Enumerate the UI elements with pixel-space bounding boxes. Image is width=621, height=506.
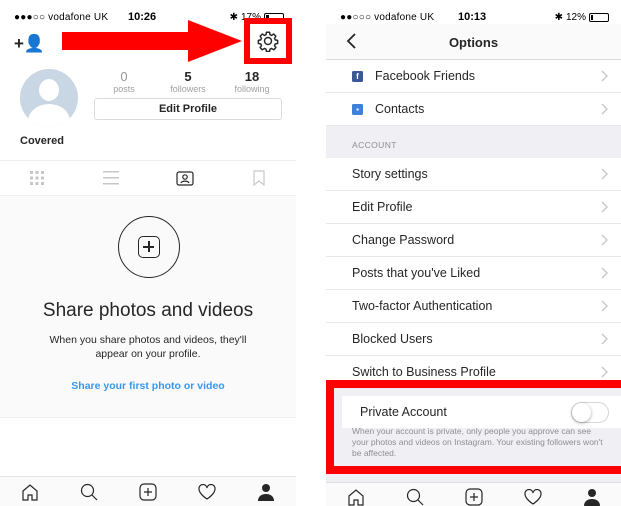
- battery-percent: 12%: [565, 12, 586, 23]
- row-label: Change Password: [352, 233, 455, 247]
- chevron-right-icon: [601, 70, 608, 82]
- private-account-label: Private Account: [360, 405, 447, 419]
- page-title: Options: [448, 35, 499, 50]
- empty-state-description: When you share photos and videos, they'l…: [49, 334, 247, 360]
- bluetooth-icon: ✱: [554, 12, 563, 23]
- avatar[interactable]: [20, 69, 78, 127]
- chevron-right-icon: [601, 267, 608, 279]
- tagged-photos-icon[interactable]: [173, 166, 197, 190]
- profile-screen: ●●●○○ vodafone UK 10:26 ✱ 17% +👤 0 posts: [0, 0, 296, 506]
- private-account-description: When your account is private, only peopl…: [352, 426, 603, 458]
- posts-label: posts: [113, 84, 135, 94]
- battery-icon: [589, 13, 609, 22]
- row-label: Edit Profile: [352, 200, 413, 214]
- row-label: Blocked Users: [352, 332, 433, 346]
- following-stat[interactable]: 18 following: [222, 69, 282, 94]
- profile-view-tabs: [0, 160, 296, 196]
- options-nav-bar: Options: [326, 24, 621, 60]
- profile-tab-icon[interactable]: [256, 482, 276, 502]
- contacts-row[interactable]: ▪ Contacts: [326, 93, 621, 126]
- story-settings-row[interactable]: Story settings: [326, 158, 621, 191]
- change-password-row[interactable]: Change Password: [326, 224, 621, 257]
- following-count: 18: [244, 69, 260, 84]
- chevron-right-icon: [601, 103, 608, 115]
- status-bar: ●●○○○ vodafone UK 10:13 ✱ 12%: [326, 0, 621, 24]
- add-user-icon[interactable]: +👤: [14, 34, 45, 54]
- following-label: following: [234, 84, 270, 94]
- grid-view-icon[interactable]: [25, 166, 49, 190]
- add-post-icon[interactable]: [464, 487, 484, 506]
- home-icon[interactable]: [20, 482, 40, 502]
- home-icon[interactable]: [346, 487, 366, 506]
- empty-state-title: Share photos and videos: [42, 300, 254, 321]
- row-label: Contacts: [375, 102, 425, 116]
- two-factor-auth-row[interactable]: Two-factor Authentication: [326, 290, 621, 323]
- empty-profile-state: Share photos and videos When you share p…: [0, 196, 296, 418]
- edit-profile-row[interactable]: Edit Profile: [326, 191, 621, 224]
- options-screen: ●●○○○ vodafone UK 10:13 ✱ 12% Options f …: [326, 0, 621, 506]
- posts-stat: 0 posts: [94, 69, 154, 94]
- saved-bookmark-icon[interactable]: [247, 166, 271, 190]
- row-label: Posts that you've Liked: [352, 266, 481, 280]
- heart-icon[interactable]: [197, 482, 217, 502]
- followers-label: followers: [170, 84, 206, 94]
- private-account-toggle[interactable]: [571, 402, 609, 423]
- chevron-right-icon: [601, 168, 608, 180]
- facebook-icon: f: [352, 70, 363, 82]
- bottom-tab-bar: [326, 482, 621, 506]
- share-first-photo-link[interactable]: Share your first photo or video: [0, 380, 296, 392]
- status-time: 10:13: [458, 11, 487, 23]
- bottom-tab-bar: [0, 476, 296, 506]
- row-label: Two-factor Authentication: [352, 299, 493, 313]
- chevron-right-icon: [601, 366, 608, 378]
- heart-icon[interactable]: [523, 487, 543, 506]
- followers-count: 5: [184, 69, 192, 84]
- profile-stats: 0 posts 5 followers 18 following: [94, 69, 282, 94]
- chevron-right-icon: [601, 201, 608, 213]
- search-icon[interactable]: [405, 487, 425, 506]
- list-view-icon[interactable]: [99, 166, 123, 190]
- blocked-users-row[interactable]: Blocked Users: [326, 323, 621, 356]
- contacts-icon: ▪: [352, 103, 363, 115]
- add-post-icon[interactable]: [138, 482, 158, 502]
- options-list: f Facebook Friends ▪ Contacts ACCOUNT St…: [326, 60, 621, 389]
- followers-stat[interactable]: 5 followers: [158, 69, 218, 94]
- row-label: Switch to Business Profile: [352, 365, 496, 379]
- row-label: Facebook Friends: [375, 69, 476, 83]
- row-label: Story settings: [352, 167, 428, 181]
- liked-posts-row[interactable]: Posts that you've Liked: [326, 257, 621, 290]
- posts-count: 0: [120, 69, 128, 84]
- search-icon[interactable]: [79, 482, 99, 502]
- chevron-right-icon: [601, 300, 608, 312]
- settings-highlight-box: [244, 18, 292, 64]
- edit-profile-button[interactable]: Edit Profile: [94, 98, 282, 120]
- battery-indicator: ✱ 12%: [555, 12, 609, 23]
- gear-icon[interactable]: [257, 30, 279, 52]
- red-arrow-annotation: [62, 20, 242, 62]
- profile-tab-icon[interactable]: [582, 487, 602, 506]
- add-post-circle[interactable]: [118, 216, 180, 278]
- chevron-right-icon: [601, 234, 608, 246]
- private-account-row: Private Account: [342, 396, 621, 428]
- profile-username: Covered: [20, 135, 65, 147]
- account-section-header: ACCOUNT: [326, 126, 621, 158]
- carrier-label: ●●○○○ vodafone UK: [340, 12, 435, 23]
- chevron-right-icon: [601, 333, 608, 345]
- toggle-knob: [572, 403, 591, 422]
- plus-square-icon: [138, 236, 160, 258]
- profile-header: 0 posts 5 followers 18 following Edit Pr…: [0, 64, 296, 150]
- facebook-friends-row[interactable]: f Facebook Friends: [326, 60, 621, 93]
